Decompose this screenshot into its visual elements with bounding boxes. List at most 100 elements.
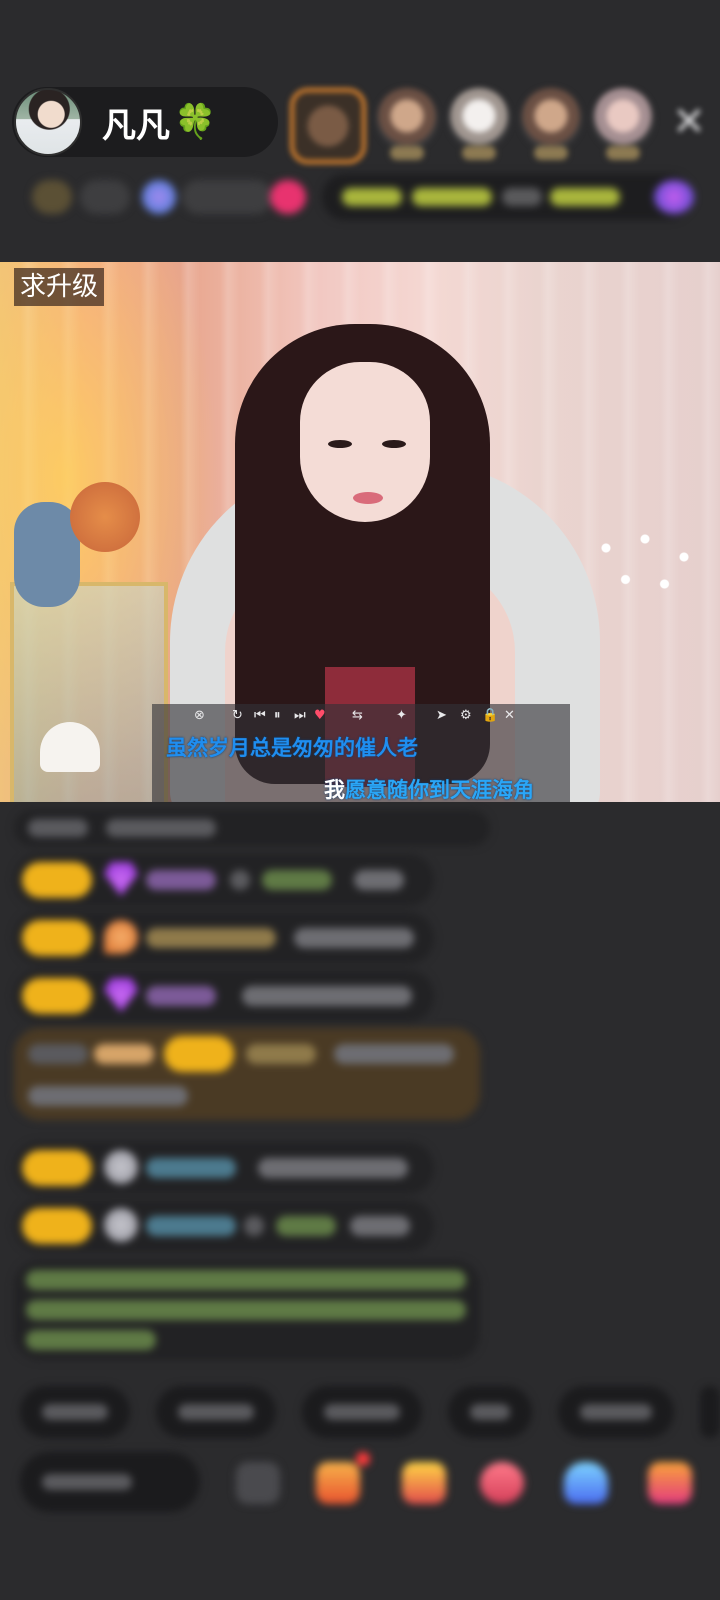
pause-icon[interactable]: ⏸ — [274, 708, 281, 723]
chat-message — [14, 1200, 434, 1252]
chat-username — [246, 1044, 316, 1064]
chat-message — [14, 1142, 434, 1194]
gift-box-icon[interactable] — [316, 1462, 360, 1504]
quick-reply-chip[interactable] — [700, 1386, 720, 1438]
quick-reply-chip[interactable] — [448, 1386, 532, 1438]
viewer-avatar[interactable] — [376, 88, 438, 160]
chat-message — [14, 912, 434, 964]
system-notice — [14, 1260, 480, 1360]
quick-reply-chip[interactable] — [156, 1386, 276, 1438]
level-badge — [22, 978, 92, 1014]
flower-decoration — [70, 482, 140, 552]
chat-username — [262, 870, 332, 890]
chat-message — [14, 810, 490, 846]
chat-text — [294, 928, 414, 948]
viewer-avatar[interactable] — [520, 88, 582, 160]
chat-text — [230, 870, 250, 890]
notice-text — [26, 1330, 156, 1350]
quick-reply-chips[interactable] — [20, 1386, 720, 1438]
event-icon[interactable] — [654, 180, 694, 214]
chat-username — [146, 928, 276, 948]
info-bar[interactable] — [22, 172, 702, 222]
chat-username — [146, 1158, 236, 1178]
lyrics-controls[interactable]: ⊗ ↻ ⏮ ⏸ ⏭ ♥ ⇆ ✦ ➤ ⚙ 🔒 ✕ — [152, 708, 570, 728]
viewer-avatar[interactable] — [448, 88, 510, 160]
gem-icon — [104, 862, 138, 896]
effect-icon[interactable]: ✦ — [396, 708, 407, 723]
chat-text — [242, 986, 412, 1006]
eye — [328, 440, 352, 448]
gift-icon[interactable] — [648, 1462, 692, 1504]
notification-dot — [356, 1452, 370, 1466]
chat-text — [334, 1044, 454, 1064]
level-badge — [22, 1208, 92, 1244]
live-video[interactable]: 求升级 ⊗ ↻ ⏮ ⏸ ⏭ ♥ ⇆ ✦ ➤ ⚙ 🔒 ✕ 虽然岁月总是匆匆的催人老… — [0, 262, 720, 802]
viewer-avatars[interactable] — [290, 88, 654, 164]
level-up-tag: 求升级 — [14, 268, 105, 306]
share-icon[interactable] — [236, 1462, 280, 1504]
gem-icon — [104, 920, 138, 954]
viewer-avatar[interactable] — [290, 88, 366, 164]
clover-icon: 🍀 — [174, 102, 217, 142]
host-name: 凡凡 🍀 — [102, 98, 216, 147]
chat-message — [14, 970, 434, 1022]
gem-icon — [104, 1208, 138, 1242]
bottom-action-bar[interactable] — [20, 1452, 720, 1514]
rank-icon[interactable] — [142, 180, 176, 214]
chat-message — [14, 854, 434, 906]
chat-username — [276, 1216, 336, 1236]
viewer-avatar[interactable] — [592, 88, 654, 160]
fairy-lights — [580, 512, 710, 602]
settings-icon[interactable]: ⚙ — [460, 708, 472, 723]
level-badge — [164, 1036, 234, 1072]
host-name-text: 凡凡 — [102, 105, 170, 146]
lyric-line-2: 我愿意随你到天涯海角 — [324, 774, 534, 802]
notice-text — [26, 1270, 466, 1290]
next-icon[interactable]: ⏭ — [294, 708, 306, 723]
level-badge — [22, 920, 92, 956]
viewer-badge — [534, 146, 568, 160]
quick-reply-chip[interactable] — [20, 1386, 130, 1438]
heart-icon[interactable]: ♥ — [314, 708, 326, 723]
host-info-pill[interactable]: 凡凡 🍀 — [12, 87, 278, 157]
quick-reply-chip[interactable] — [302, 1386, 422, 1438]
close-icon[interactable]: ✕ — [669, 102, 709, 142]
chat-text — [106, 819, 216, 837]
chat-text — [28, 819, 88, 837]
gem-icon — [104, 978, 138, 1012]
chat-username — [146, 986, 216, 1006]
hot-icon[interactable] — [270, 180, 306, 214]
viewer-badge — [390, 146, 424, 160]
gem-icon — [104, 1150, 138, 1184]
chat-text — [354, 870, 404, 890]
chat-username — [146, 1216, 236, 1236]
level-badge — [22, 862, 92, 898]
heart-gift-icon[interactable] — [480, 1462, 524, 1504]
game-icon[interactable] — [564, 1462, 608, 1504]
announcement-text — [342, 188, 402, 206]
announcement-text — [412, 188, 492, 206]
close-icon[interactable]: ✕ — [504, 708, 515, 723]
viewer-badge — [462, 146, 496, 160]
arrows-icon[interactable]: ⇆ — [352, 708, 363, 723]
chat-text — [350, 1216, 410, 1236]
announcement-text — [502, 188, 542, 206]
announcement-text — [550, 188, 620, 206]
info-segment — [80, 180, 130, 214]
lyric-highlight: 我 — [324, 778, 345, 802]
chat-text — [244, 1216, 264, 1236]
prev-icon[interactable]: ⏮ — [254, 708, 266, 723]
quick-reply-chip[interactable] — [558, 1386, 674, 1438]
host-avatar[interactable] — [14, 88, 82, 156]
eye — [382, 440, 406, 448]
chat-input[interactable] — [20, 1452, 200, 1512]
lock-icon[interactable]: 🔒 — [482, 708, 498, 723]
lyrics-overlay[interactable]: ⊗ ↻ ⏮ ⏸ ⏭ ♥ ⇆ ✦ ➤ ⚙ 🔒 ✕ 虽然岁月总是匆匆的催人老 我愿意… — [152, 704, 570, 802]
loop-icon[interactable]: ↻ — [232, 708, 243, 723]
lyric-rest: 愿意随你到天涯海角 — [345, 778, 534, 802]
notice-text — [26, 1300, 466, 1320]
fish-icon[interactable]: ➤ — [436, 708, 447, 723]
treasure-icon[interactable] — [402, 1462, 446, 1504]
chat-text — [258, 1158, 408, 1178]
close-icon[interactable]: ⊗ — [194, 708, 205, 723]
